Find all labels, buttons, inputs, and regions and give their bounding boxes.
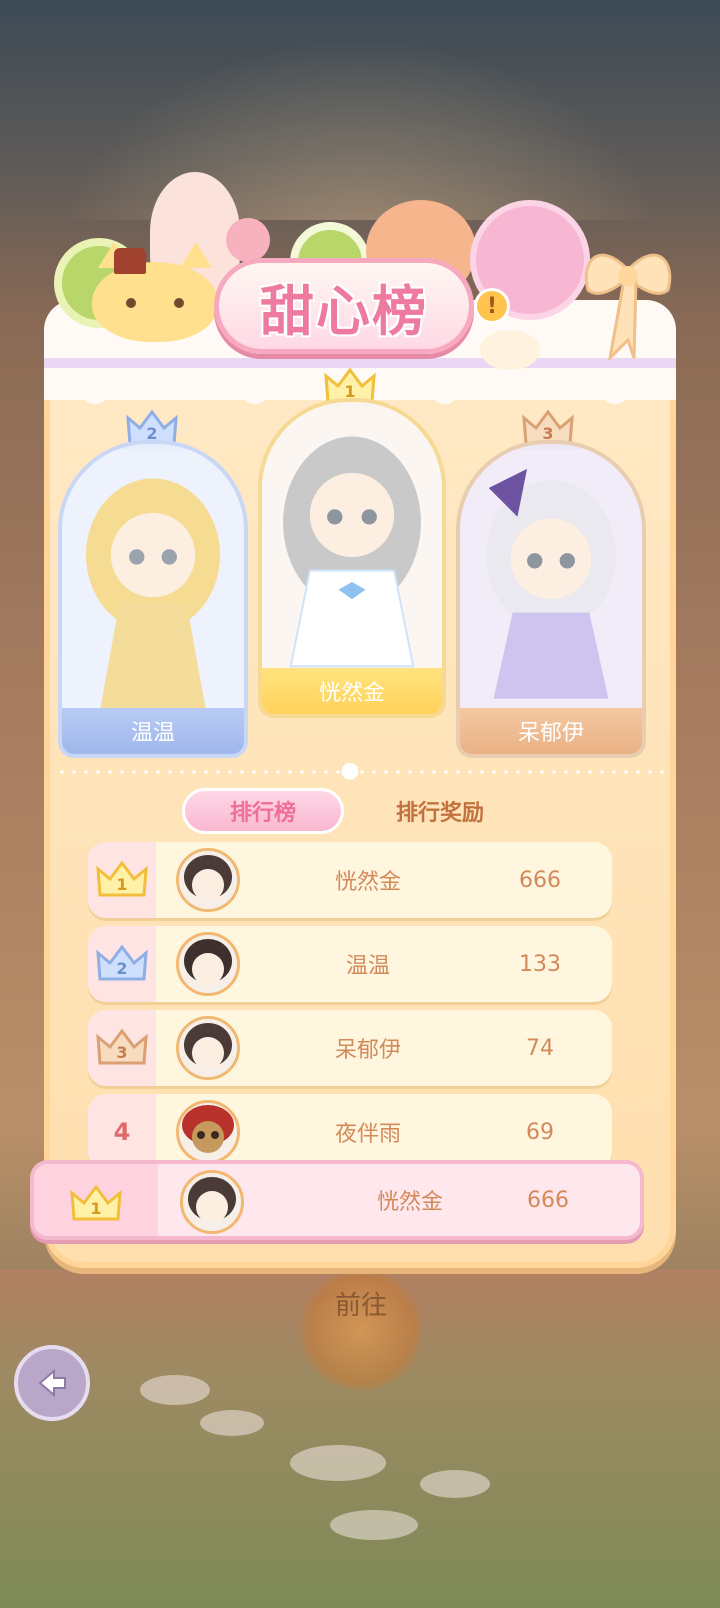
- rank-cell: 1: [88, 842, 156, 918]
- paw-icon: ●: [340, 758, 360, 783]
- my-rank-row[interactable]: 1 恍然金 666: [30, 1160, 644, 1240]
- podium-card-first[interactable]: 恍然金: [258, 398, 446, 718]
- character-illustration: [460, 449, 642, 709]
- background-stone: [330, 1510, 418, 1540]
- avatar: [176, 1016, 240, 1080]
- cat-mascot: [92, 242, 218, 342]
- rank-number: 1: [116, 875, 127, 894]
- background-stone: [420, 1470, 490, 1498]
- player-name: 恍然金: [334, 870, 401, 895]
- crown-icon-bronze: 3: [96, 1028, 148, 1065]
- cream-decoration: [480, 330, 540, 370]
- witch-hat-decoration: [114, 248, 146, 274]
- tab-ranking[interactable]: 排行榜: [182, 788, 344, 834]
- goto-label: 前往: [334, 1291, 387, 1321]
- podium-name: 恍然金: [262, 668, 442, 714]
- avatar: [180, 1170, 244, 1234]
- character-illustration: [62, 449, 244, 709]
- player-name: 呆郁伊: [334, 1038, 401, 1063]
- player-score: 666: [519, 867, 561, 893]
- rank-cell: 3: [88, 1010, 156, 1086]
- rank-number: 3: [116, 1043, 127, 1062]
- background-stone: [200, 1410, 264, 1436]
- background-stone: [140, 1375, 210, 1405]
- flower-decoration: [226, 218, 270, 262]
- ranking-row[interactable]: 3 呆郁伊 74: [88, 1010, 612, 1086]
- avatar: [176, 848, 240, 912]
- crown-icon-gold: 1: [96, 860, 148, 897]
- title-badge: 甜心榜: [214, 258, 474, 354]
- background-glow: [0, 0, 720, 220]
- podium-name: 温温: [62, 708, 244, 754]
- rank-cell: 4: [88, 1094, 156, 1170]
- cat-eye: [174, 298, 184, 308]
- back-button[interactable]: [14, 1345, 90, 1421]
- avatar-illustration: [179, 1103, 237, 1161]
- avatar: [176, 1100, 240, 1164]
- ranking-row[interactable]: 1 恍然金 666: [88, 842, 612, 918]
- avatar-illustration: [183, 1173, 241, 1231]
- player-name: 温温: [345, 954, 390, 979]
- avatar-illustration: [179, 935, 237, 993]
- rank-cell: 2: [88, 926, 156, 1002]
- rank-number: 1: [90, 1199, 101, 1218]
- player-name: 夜伴雨: [334, 1122, 401, 1147]
- tab-rewards[interactable]: 排行奖励: [370, 788, 510, 834]
- player-score: 69: [526, 1119, 554, 1145]
- rank-number: 4: [113, 1118, 131, 1146]
- page-title: 甜心榜: [260, 279, 428, 343]
- arrow-left-icon: [38, 1368, 66, 1398]
- frosting-drip: [600, 370, 630, 404]
- exclamation-icon: !: [486, 293, 498, 319]
- frosting-drip: [80, 370, 110, 404]
- crown-icon-silver: 2: [96, 944, 148, 981]
- info-button[interactable]: !: [474, 288, 510, 324]
- podium-card-second[interactable]: 温温: [58, 440, 248, 758]
- podium-card-third[interactable]: 呆郁伊: [456, 440, 646, 758]
- player-score: 666: [527, 1187, 569, 1213]
- frosting-drip: [240, 370, 270, 404]
- frosting-drip: [430, 370, 460, 404]
- cat-eye: [126, 298, 136, 308]
- podium-name: 呆郁伊: [460, 708, 642, 754]
- avatar: [176, 932, 240, 996]
- goto-button[interactable]: [296, 1270, 426, 1390]
- ranking-row[interactable]: 4 夜伴雨 69: [88, 1094, 612, 1170]
- ranking-row[interactable]: 2 温温 133: [88, 926, 612, 1002]
- background-stone: [290, 1445, 386, 1481]
- rank-cell: 1: [34, 1164, 158, 1236]
- player-score: 74: [526, 1035, 554, 1061]
- player-score: 133: [519, 951, 561, 977]
- ribbon-bow-decoration: [584, 253, 672, 360]
- player-name: 恍然金: [376, 1190, 443, 1215]
- avatar-illustration: [179, 1019, 237, 1077]
- avatar-illustration: [179, 851, 237, 909]
- character-illustration: [262, 407, 442, 668]
- crown-icon-gold: 1: [70, 1184, 122, 1221]
- cat-ear: [180, 242, 212, 268]
- rank-number: 2: [116, 959, 127, 978]
